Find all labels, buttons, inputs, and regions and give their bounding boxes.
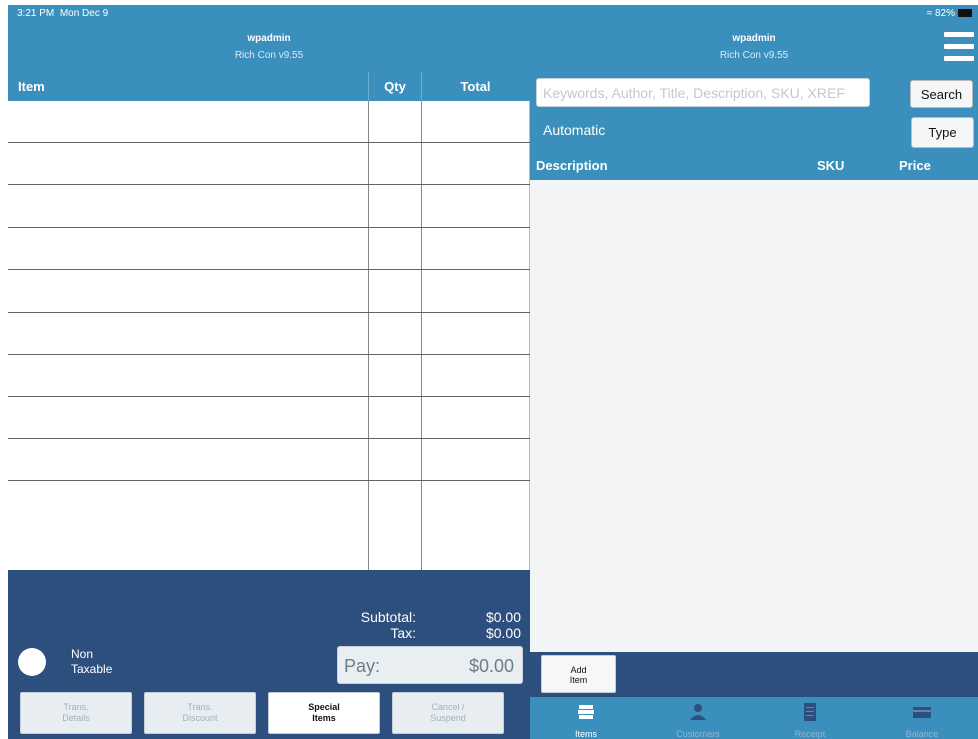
results-column-headers: Description SKU Price	[530, 151, 978, 180]
non-taxable-toggle[interactable]	[18, 648, 66, 676]
receipt-icon	[804, 703, 816, 721]
tax-value: $0.00	[485, 625, 521, 641]
table-row	[8, 312, 530, 313]
column-divider	[368, 72, 369, 101]
tab-items[interactable]: Items	[530, 697, 642, 739]
items-icon	[578, 705, 594, 719]
search-input[interactable]	[536, 78, 870, 107]
tab-balance[interactable]: Balance	[866, 697, 978, 739]
tab-customers[interactable]: Customers	[642, 697, 754, 739]
type-button[interactable]: Type	[911, 117, 974, 148]
trans-details-button[interactable]: Trans. Details	[20, 692, 132, 734]
totals-panel: Subtotal: $0.00 Tax: $0.00 Non Taxable P…	[8, 570, 530, 687]
column-divider	[421, 72, 422, 101]
trans-discount-button[interactable]: Trans. Discount	[144, 692, 256, 734]
toggle-knob	[18, 648, 46, 676]
table-row	[8, 269, 530, 270]
non-taxable-label: Non Taxable	[71, 647, 113, 676]
app-subtitle: Rich Con v9.55	[719, 50, 789, 61]
app-title: wpadmin	[247, 33, 291, 44]
battery-percent: 82%	[934, 8, 955, 19]
wifi-icon: ≈	[926, 8, 933, 19]
tab-receipt[interactable]: Receipt	[754, 697, 866, 739]
clock-date: Mon Dec 9	[59, 8, 109, 19]
subtotal-label: Subtotal:	[360, 609, 416, 625]
search-bar: Search	[530, 72, 978, 113]
pay-button[interactable]: Pay: $0.00	[337, 646, 523, 684]
mode-label: Automatic	[543, 122, 606, 138]
table-row	[8, 184, 530, 185]
column-total: Total	[460, 79, 491, 94]
tab-label: Balance	[905, 729, 939, 739]
cart-grid[interactable]	[8, 101, 530, 570]
left-header: 3:21 PM Mon Dec 9 wpadmin Rich Con v9.55	[8, 5, 530, 72]
battery-icon	[958, 9, 972, 18]
menu-icon[interactable]	[944, 32, 974, 66]
balance-icon	[913, 707, 931, 718]
tab-bar: Items Customers Receipt Balance	[530, 697, 978, 739]
column-item: Item	[18, 79, 45, 94]
results-list[interactable]	[530, 180, 978, 652]
mode-bar: Automatic Type	[530, 113, 978, 151]
app-title: wpadmin	[732, 33, 776, 44]
table-row	[8, 227, 530, 228]
customers-icon	[690, 704, 706, 720]
app-subtitle: Rich Con v9.55	[234, 50, 304, 61]
subtotal-value: $0.00	[485, 609, 521, 625]
search-button[interactable]: Search	[910, 80, 973, 108]
table-row	[8, 480, 530, 481]
action-bar: Trans. Details Trans. Discount Special I…	[8, 687, 530, 739]
cart-column-headers: Item Qty Total	[8, 72, 530, 101]
table-row	[8, 142, 530, 143]
total-divider	[421, 101, 422, 570]
cancel-suspend-button[interactable]: Cancel / Suspend	[392, 692, 504, 734]
column-description: Description	[536, 158, 608, 173]
table-row	[8, 354, 530, 355]
table-row	[8, 396, 530, 397]
tab-label: Receipt	[794, 729, 826, 739]
catalog-pane: ≈ 82% wpadmin Rich Con v9.55 Search Auto…	[530, 0, 978, 739]
pay-amount: $0.00	[468, 656, 514, 676]
table-row	[8, 438, 530, 439]
right-header: ≈ 82% wpadmin Rich Con v9.55	[530, 5, 978, 72]
tab-label: Customers	[676, 729, 720, 739]
cart-pane: 3:21 PM Mon Dec 9 wpadmin Rich Con v9.55…	[8, 0, 530, 739]
pay-label: Pay:	[344, 656, 381, 676]
add-item-button[interactable]: Add Item	[541, 655, 616, 693]
battery-status: ≈ 82%	[927, 8, 972, 19]
tab-label: Items	[574, 729, 597, 739]
clock-time: 3:21 PM	[17, 8, 55, 19]
column-qty: Qty	[384, 79, 406, 94]
status-time: 3:21 PM Mon Dec 9	[17, 8, 108, 19]
column-price: Price	[899, 158, 931, 173]
tax-label: Tax:	[390, 625, 416, 641]
column-sku: SKU	[817, 158, 845, 173]
special-items-button[interactable]: Special Items	[268, 692, 380, 734]
qty-divider	[368, 101, 369, 570]
right-footer: Add Item Items Customers Receipt Balance	[530, 652, 978, 739]
